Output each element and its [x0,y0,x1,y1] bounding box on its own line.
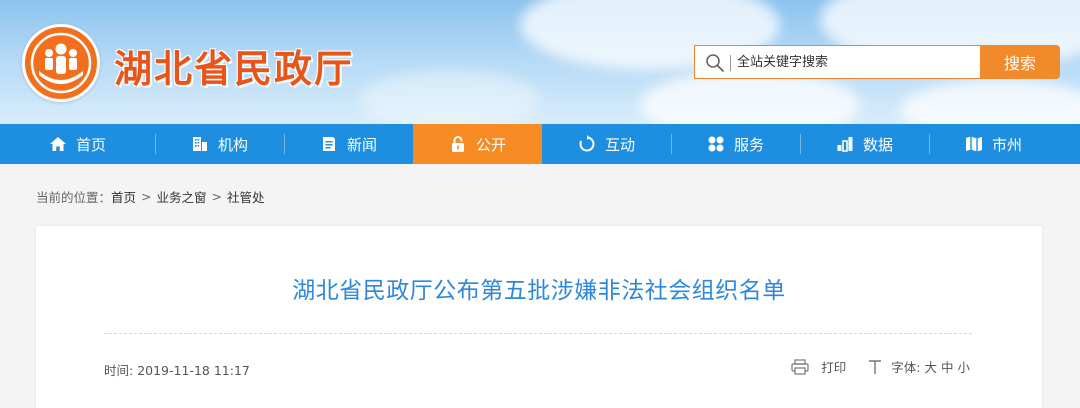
nav-item-news[interactable]: 新闻 [284,124,413,164]
grid-icon [708,136,724,152]
printer-icon[interactable] [791,358,809,375]
building-icon [192,137,207,151]
nav-item-label: 首页 [75,135,106,154]
font-size-small-button[interactable]: 小 [957,357,970,376]
breadcrumb-prefix: 当前的位置： [36,190,112,205]
font-label: 字体: [891,360,921,375]
nav-item-cities[interactable]: 市州 [929,124,1058,164]
nav-item-organization[interactable]: 机构 [155,124,284,164]
site-title[interactable]: 湖北省民政厅 [114,38,354,93]
nav-item-label: 互动 [604,135,635,154]
nav-item-label: 服务 [733,135,764,154]
breadcrumb-separator: > [141,189,152,204]
nav-item-label: 公开 [475,135,506,154]
search-box [694,45,980,79]
nav-item-data[interactable]: 数据 [800,124,929,164]
publish-time: 时间: 2019-11-18 11:17 [104,360,250,379]
nav-item-label: 数据 [862,135,893,154]
refresh-icon [579,135,595,152]
time-value: 2019-11-18 11:17 [137,363,250,378]
article-tools: 打印 字体: 大 中 小 [791,357,970,376]
main-nav: 首页 机构 新闻 公开 互动 服务 数据 市州 [0,124,1080,164]
article-title: 湖北省民政厅公布第五批涉嫌非法社会组织名单 [292,278,786,304]
home-icon [49,137,66,151]
print-button[interactable]: 打印 [821,357,846,376]
breadcrumb-item-social-management[interactable]: 社管处 [227,187,265,206]
title-divider [104,333,972,334]
font-size-icon [869,359,882,374]
nav-item-home[interactable]: 首页 [0,124,155,164]
nav-item-label: 市州 [991,135,1022,154]
site-header: 湖北省民政厅 搜索 [0,0,1080,124]
breadcrumb-separator: > [211,189,223,204]
search-input[interactable] [737,50,973,74]
font-size-large-button[interactable]: 大 [924,357,937,376]
breadcrumb-item-business[interactable]: 业务之窗 [157,187,207,206]
map-icon [965,136,982,152]
site-logo-icon[interactable] [22,24,100,102]
search-button[interactable]: 搜索 [980,45,1060,79]
nav-item-label: 机构 [217,135,248,154]
bar-chart-icon [837,137,853,152]
breadcrumb-item-home[interactable]: 首页 [111,187,136,206]
time-label: 时间: [104,363,134,378]
nav-item-label: 新闻 [346,135,377,154]
nav-item-interaction[interactable]: 互动 [542,124,671,164]
lock-icon [451,136,464,152]
nav-item-public[interactable]: 公开 [413,124,542,164]
font-size-medium-button[interactable]: 中 [941,357,954,376]
breadcrumb: 当前的位置： 首页 > 业务之窗 > 社管处 [36,187,265,206]
article-panel: 湖北省民政厅公布第五批涉嫌非法社会组织名单 时间: 2019-11-18 11:… [36,226,1042,408]
document-icon [322,137,335,151]
nav-item-service[interactable]: 服务 [671,124,800,164]
search-icon[interactable] [705,53,725,73]
search-separator [730,55,731,71]
